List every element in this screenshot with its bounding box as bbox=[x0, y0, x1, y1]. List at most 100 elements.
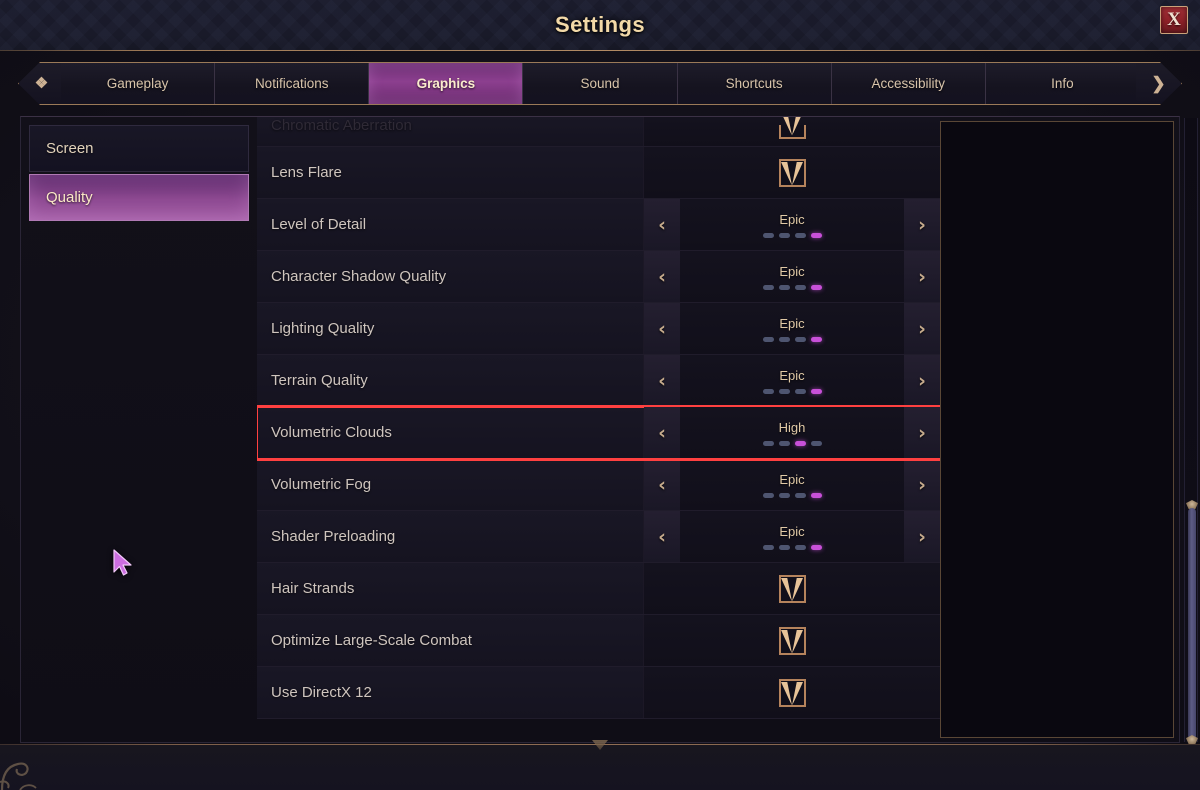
checkmark-icon bbox=[781, 161, 803, 186]
stepper-dots bbox=[762, 492, 822, 498]
tab-sound[interactable]: Sound bbox=[523, 63, 678, 104]
stepper-next-button[interactable]: › bbox=[904, 251, 940, 302]
tab-bar: ❖ Gameplay Notifications Graphics Sound Shor… bbox=[18, 62, 1182, 105]
stepper-dot[interactable] bbox=[810, 336, 822, 342]
stepper-value: Epic bbox=[779, 367, 805, 383]
stepper-dot[interactable] bbox=[794, 492, 806, 498]
stepper-value-group: Epic bbox=[680, 524, 904, 550]
stepper-next-button[interactable]: › bbox=[904, 407, 940, 458]
stepper-value-group: Epic bbox=[680, 316, 904, 342]
setting-row: Chromatic Aberration bbox=[257, 117, 940, 147]
stepper-dot[interactable] bbox=[794, 440, 806, 446]
tab-notifications[interactable]: Notifications bbox=[215, 63, 370, 104]
setting-control: ‹ Epic › bbox=[644, 199, 940, 250]
stepper-dot[interactable] bbox=[762, 232, 774, 238]
stepper-prev-button[interactable]: ‹ bbox=[644, 355, 680, 406]
setting-control: ‹ High › bbox=[644, 407, 940, 458]
stepper-next-button[interactable]: › bbox=[904, 459, 940, 510]
setting-row: Use DirectX 12 bbox=[257, 667, 940, 719]
sidebar-item-screen[interactable]: Screen bbox=[29, 125, 249, 172]
setting-checkbox[interactable] bbox=[778, 574, 806, 603]
stepper-dot[interactable] bbox=[810, 492, 822, 498]
checkbox-cell bbox=[644, 158, 940, 187]
stepper-value-group: Epic bbox=[680, 368, 904, 394]
stepper-dot[interactable] bbox=[810, 544, 822, 550]
stepper-dot[interactable] bbox=[810, 440, 822, 446]
stepper-dot[interactable] bbox=[778, 440, 790, 446]
stepper-prev-button[interactable]: ‹ bbox=[644, 407, 680, 458]
setting-label: Terrain Quality bbox=[257, 355, 644, 406]
stepper-dot[interactable] bbox=[778, 388, 790, 394]
setting-label: Character Shadow Quality bbox=[257, 251, 644, 302]
setting-label: Lens Flare bbox=[257, 147, 644, 198]
stepper-value-group: High bbox=[680, 420, 904, 446]
vertical-scrollbar[interactable] bbox=[1184, 118, 1198, 744]
tab-graphics[interactable]: Graphics bbox=[369, 63, 524, 104]
setting-row: Hair Strands bbox=[257, 563, 940, 615]
category-sidebar: Screen Quality bbox=[21, 117, 257, 744]
stepper-next-button[interactable]: › bbox=[904, 355, 940, 406]
stepper-next-button[interactable]: › bbox=[904, 303, 940, 354]
sidebar-item-quality[interactable]: Quality bbox=[29, 174, 249, 221]
stepper-value: Epic bbox=[779, 211, 805, 227]
tab-accessibility[interactable]: Accessibility bbox=[831, 63, 986, 104]
stepper-dot[interactable] bbox=[778, 492, 790, 498]
tab-scroll-prev-button[interactable]: ❖ bbox=[18, 62, 64, 105]
setting-row: Character Shadow Quality ‹ Epic › bbox=[257, 251, 940, 303]
stepper-dot[interactable] bbox=[794, 544, 806, 550]
setting-control bbox=[644, 615, 940, 666]
stepper-dot[interactable] bbox=[778, 232, 790, 238]
setting-checkbox[interactable] bbox=[778, 626, 806, 655]
setting-control: ‹ Epic › bbox=[644, 251, 940, 302]
tab-info[interactable]: Info bbox=[985, 63, 1139, 104]
stepper-dot[interactable] bbox=[810, 232, 822, 238]
setting-control bbox=[644, 117, 940, 146]
stepper-dot[interactable] bbox=[762, 336, 774, 342]
stepper-dot[interactable] bbox=[762, 388, 774, 394]
setting-row: Level of Detail ‹ Epic › bbox=[257, 199, 940, 251]
checkmark-icon bbox=[781, 681, 803, 706]
setting-checkbox[interactable] bbox=[778, 678, 806, 707]
tab-shortcuts[interactable]: Shortcuts bbox=[677, 63, 832, 104]
stepper-dot[interactable] bbox=[810, 284, 822, 290]
chevron-right-icon: ❯ bbox=[1151, 74, 1166, 93]
corner-filigree-icon bbox=[0, 762, 37, 790]
close-button[interactable]: X bbox=[1160, 6, 1188, 34]
stepper-prev-button[interactable]: ‹ bbox=[644, 511, 680, 562]
stepper-dot[interactable] bbox=[810, 388, 822, 394]
stepper-dot[interactable] bbox=[778, 544, 790, 550]
stepper-dot[interactable] bbox=[794, 336, 806, 342]
stepper-value: Epic bbox=[779, 263, 805, 279]
stepper-prev-button[interactable]: ‹ bbox=[644, 251, 680, 302]
setting-checkbox[interactable] bbox=[778, 158, 806, 187]
stepper-dot[interactable] bbox=[762, 440, 774, 446]
setting-control bbox=[644, 147, 940, 198]
stepper-prev-button[interactable]: ‹ bbox=[644, 303, 680, 354]
setting-label: Shader Preloading bbox=[257, 511, 644, 562]
stepper-next-button[interactable]: › bbox=[904, 511, 940, 562]
setting-label: Optimize Large-Scale Combat bbox=[257, 615, 644, 666]
stepper-dot[interactable] bbox=[794, 284, 806, 290]
setting-row: Volumetric Fog ‹ Epic › bbox=[257, 459, 940, 511]
tab-scroll-next-button[interactable]: ❯ bbox=[1136, 62, 1182, 105]
settings-list: Chromatic Aberration Lens Flare Level of D… bbox=[257, 117, 940, 744]
setting-control: ‹ Epic › bbox=[644, 511, 940, 562]
setting-checkbox[interactable] bbox=[778, 117, 806, 139]
setting-row: Optimize Large-Scale Combat bbox=[257, 615, 940, 667]
stepper-dot[interactable] bbox=[778, 336, 790, 342]
stepper-value: High bbox=[778, 419, 806, 435]
stepper-dot[interactable] bbox=[778, 284, 790, 290]
scrollbar-thumb[interactable] bbox=[1188, 508, 1196, 740]
stepper-dot[interactable] bbox=[762, 284, 774, 290]
stepper-dot[interactable] bbox=[794, 232, 806, 238]
stepper-dot[interactable] bbox=[762, 544, 774, 550]
stepper-dot[interactable] bbox=[794, 388, 806, 394]
stepper-prev-button[interactable]: ‹ bbox=[644, 199, 680, 250]
tab-gameplay[interactable]: Gameplay bbox=[61, 63, 216, 104]
setting-row: Lens Flare bbox=[257, 147, 940, 199]
stepper-prev-button[interactable]: ‹ bbox=[644, 459, 680, 510]
stepper-value-group: Epic bbox=[680, 472, 904, 498]
stepper-next-button[interactable]: › bbox=[904, 199, 940, 250]
checkmark-icon bbox=[781, 577, 803, 602]
stepper-dot[interactable] bbox=[762, 492, 774, 498]
